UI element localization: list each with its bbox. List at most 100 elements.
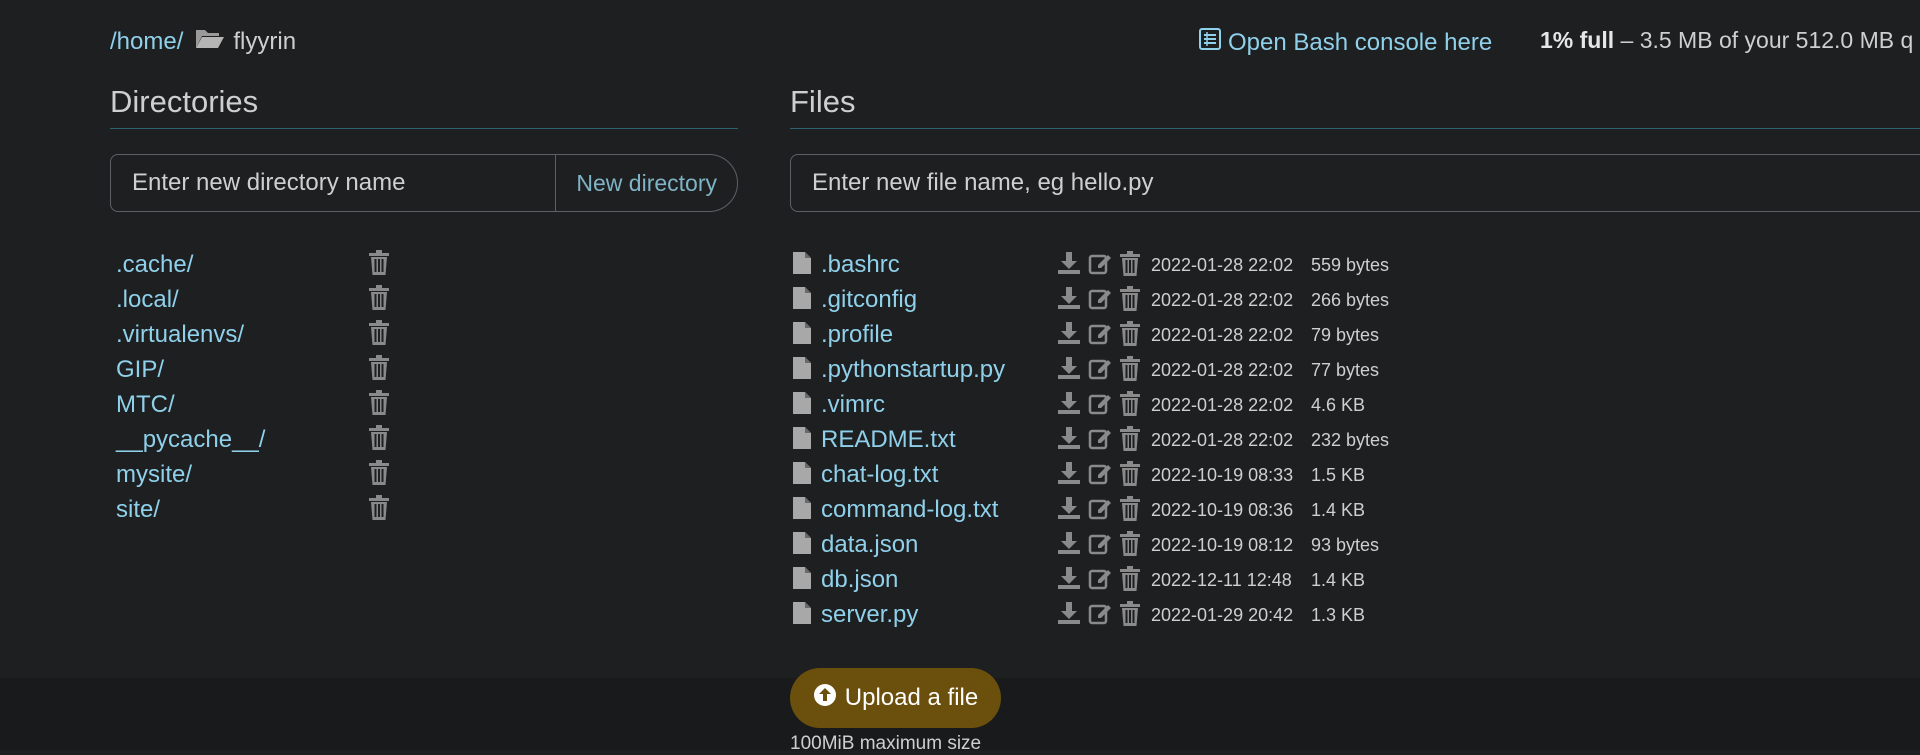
- delete-trash-icon[interactable]: [368, 460, 390, 491]
- new-directory-button[interactable]: New directory: [555, 155, 737, 211]
- delete-trash-icon[interactable]: [368, 285, 390, 316]
- directory-link[interactable]: MTC/: [116, 391, 175, 419]
- file-link[interactable]: .pythonstartup.py: [821, 356, 1005, 384]
- file-list: .bashrc 2022-01-28 22:02 559 bytes .gitconf…: [790, 248, 1430, 633]
- directory-link[interactable]: GIP/: [116, 356, 164, 384]
- file-modified-date: 2022-10-19 08:12: [1151, 535, 1294, 555]
- delete-trash-icon[interactable]: [1119, 251, 1141, 282]
- file-actions: [1057, 496, 1141, 527]
- open-bash-console-link[interactable]: Open Bash console here: [1198, 27, 1492, 58]
- download-icon[interactable]: [1057, 601, 1081, 632]
- file-actions: [1057, 426, 1141, 457]
- delete-trash-icon[interactable]: [1119, 286, 1141, 317]
- file-link[interactable]: .profile: [821, 321, 893, 349]
- file-link[interactable]: .bashrc: [821, 251, 900, 279]
- download-icon[interactable]: [1057, 321, 1081, 352]
- directory-link[interactable]: __pycache__/: [116, 426, 265, 454]
- file-actions: [1057, 461, 1141, 492]
- file-size: 559 bytes: [1311, 255, 1390, 275]
- delete-trash-icon[interactable]: [1119, 461, 1141, 492]
- folder-open-icon: [195, 27, 225, 56]
- edit-icon[interactable]: [1088, 461, 1112, 492]
- file-row: command-log.txt 2022-10-19 08:36 1.4 KB: [790, 493, 1430, 528]
- new-file-input[interactable]: [791, 155, 1920, 211]
- edit-icon[interactable]: [1088, 426, 1112, 457]
- edit-icon[interactable]: [1088, 531, 1112, 562]
- file-size: 1.5 KB: [1311, 465, 1366, 485]
- console-list-icon: [1198, 27, 1228, 58]
- directory-link[interactable]: .virtualenvs/: [116, 321, 244, 349]
- edit-icon[interactable]: [1088, 391, 1112, 422]
- file-row: .vimrc 2022-01-28 22:02 4.6 KB: [790, 388, 1430, 423]
- delete-trash-icon[interactable]: [368, 390, 390, 421]
- directory-row: .local/: [116, 283, 406, 318]
- delete-trash-icon[interactable]: [368, 250, 390, 281]
- delete-trash-icon[interactable]: [1119, 391, 1141, 422]
- top-bar: /home/ flyyrin Open Bash console here 1%…: [110, 20, 1920, 60]
- edit-icon[interactable]: [1088, 251, 1112, 282]
- directory-link[interactable]: mysite/: [116, 461, 192, 489]
- download-icon[interactable]: [1057, 286, 1081, 317]
- directory-link[interactable]: .local/: [116, 286, 179, 314]
- file-row: chat-log.txt 2022-10-19 08:33 1.5 KB: [790, 458, 1430, 493]
- download-icon[interactable]: [1057, 356, 1081, 387]
- delete-trash-icon[interactable]: [368, 320, 390, 351]
- directory-link[interactable]: .cache/: [116, 251, 193, 279]
- file-link[interactable]: .gitconfig: [821, 286, 917, 314]
- file-actions: [1057, 531, 1141, 562]
- download-icon[interactable]: [1057, 251, 1081, 282]
- file-icon: [792, 321, 812, 350]
- edit-icon[interactable]: [1088, 601, 1112, 632]
- new-directory-input[interactable]: [111, 155, 556, 211]
- file-link[interactable]: data.json: [821, 531, 918, 559]
- download-icon[interactable]: [1057, 531, 1081, 562]
- download-icon[interactable]: [1057, 461, 1081, 492]
- directory-list: .cache/ .local/ .virtualenvs/GIP/MTC/ __pyc…: [116, 248, 406, 528]
- directory-row: .cache/: [116, 248, 406, 283]
- file-actions: [1057, 251, 1141, 282]
- download-icon[interactable]: [1057, 496, 1081, 527]
- delete-trash-icon[interactable]: [1119, 426, 1141, 457]
- directory-link[interactable]: site/: [116, 496, 160, 524]
- file-size: 1.4 KB: [1311, 500, 1366, 520]
- delete-trash-icon[interactable]: [1119, 321, 1141, 352]
- file-link[interactable]: command-log.txt: [821, 496, 998, 524]
- delete-trash-icon[interactable]: [1119, 531, 1141, 562]
- file-link[interactable]: server.py: [821, 601, 918, 629]
- file-link[interactable]: .vimrc: [821, 391, 885, 419]
- delete-trash-icon[interactable]: [1119, 566, 1141, 597]
- file-size: 77 bytes: [1311, 360, 1380, 380]
- file-link[interactable]: chat-log.txt: [821, 461, 938, 489]
- delete-trash-icon[interactable]: [1119, 601, 1141, 632]
- files-title: Files: [790, 84, 856, 119]
- breadcrumb: /home/ flyyrin: [110, 27, 296, 56]
- file-modified-date: 2022-12-11 12:48: [1151, 570, 1292, 590]
- file-modified-date: 2022-01-28 22:02: [1151, 255, 1294, 275]
- breadcrumb-home-link[interactable]: /home/: [110, 28, 183, 56]
- edit-icon[interactable]: [1088, 496, 1112, 527]
- file-icon: [792, 496, 812, 525]
- delete-trash-icon[interactable]: [1119, 496, 1141, 527]
- file-row: .profile 2022-01-28 22:02 79 bytes: [790, 318, 1430, 353]
- upload-circle-icon: [813, 683, 845, 714]
- download-icon[interactable]: [1057, 391, 1081, 422]
- download-icon[interactable]: [1057, 426, 1081, 457]
- delete-trash-icon[interactable]: [368, 355, 390, 386]
- edit-icon[interactable]: [1088, 321, 1112, 352]
- edit-icon[interactable]: [1088, 286, 1112, 317]
- edit-icon[interactable]: [1088, 566, 1112, 597]
- file-icon: [792, 566, 812, 595]
- delete-trash-icon[interactable]: [1119, 356, 1141, 387]
- file-modified-date: 2022-10-19 08:33: [1151, 465, 1294, 485]
- file-size: 266 bytes: [1311, 290, 1390, 310]
- delete-trash-icon[interactable]: [368, 495, 390, 526]
- file-icon: [792, 391, 812, 420]
- file-link[interactable]: README.txt: [821, 426, 956, 454]
- file-modified-date: 2022-01-28 22:02: [1151, 395, 1294, 415]
- download-icon[interactable]: [1057, 566, 1081, 597]
- upload-file-button[interactable]: Upload a file: [790, 668, 1001, 728]
- file-size: 4.6 KB: [1311, 395, 1366, 415]
- edit-icon[interactable]: [1088, 356, 1112, 387]
- delete-trash-icon[interactable]: [368, 425, 390, 456]
- file-link[interactable]: db.json: [821, 566, 898, 594]
